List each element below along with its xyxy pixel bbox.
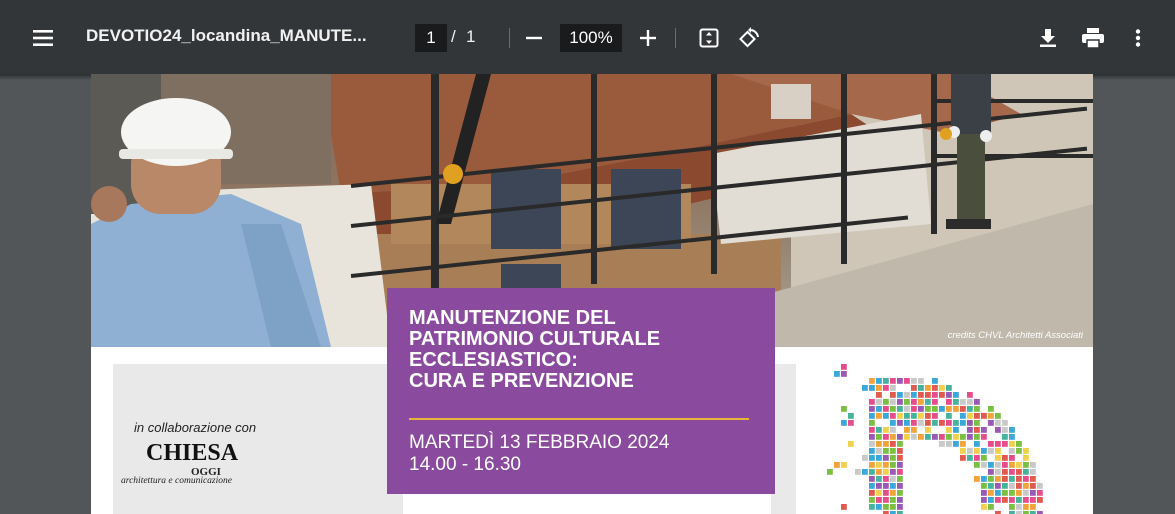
event-title: MANUTENZIONE DEL PATRIMONIO CULTURALE EC… xyxy=(409,308,759,392)
menu-button[interactable] xyxy=(30,26,56,50)
title-divider xyxy=(409,418,749,420)
toolbar-divider xyxy=(509,28,510,48)
page-separator: / xyxy=(451,27,456,46)
event-title-line: MANUTENZIONE DEL xyxy=(409,307,616,329)
event-time: 14.00 - 16.30 xyxy=(409,454,521,475)
print-icon xyxy=(1082,28,1104,48)
total-pages: 1 xyxy=(466,27,476,46)
toolbar-divider xyxy=(675,28,676,48)
pdf-page: credits CHVL Architetti Associati in col… xyxy=(91,74,1093,514)
event-title-line: CURA E PREVENZIONE xyxy=(409,370,634,392)
menu-icon xyxy=(33,30,53,46)
pdf-toolbar: DEVOTIO24_locandina_MANUTE... 1 / 1 100% xyxy=(0,0,1175,74)
devotio-mosaic-logo xyxy=(827,364,1043,514)
more-vert-icon xyxy=(1135,29,1141,47)
rotate-icon xyxy=(739,27,759,48)
chiesa-oggi-logo: CHIESA xyxy=(146,440,239,466)
zoom-level-input[interactable]: 100% xyxy=(560,24,622,52)
rotate-button[interactable] xyxy=(737,25,763,51)
zoom-out-button[interactable] xyxy=(522,26,546,50)
event-title-line: ECCLESIASTICO: xyxy=(409,349,578,371)
event-title-line: PATRIMONIO CULTURALE xyxy=(409,328,661,350)
document-title: DEVOTIO24_locandina_MANUTE... xyxy=(86,26,367,45)
fit-page-button[interactable] xyxy=(697,26,721,50)
download-icon xyxy=(1040,29,1056,47)
zoom-in-icon xyxy=(640,30,656,46)
photo-credits: credits CHVL Architetti Associati xyxy=(947,330,1083,341)
print-button[interactable] xyxy=(1080,26,1106,50)
partner-panel xyxy=(113,364,403,514)
event-datetime: MARTEDÌ 13 FEBBRAIO 2024 14.00 - 16.30 xyxy=(409,432,669,476)
collaboration-label: in collaborazione con xyxy=(134,420,257,435)
event-date: MARTEDÌ 13 FEBBRAIO 2024 xyxy=(409,432,670,453)
more-options-button[interactable] xyxy=(1126,26,1150,50)
download-button[interactable] xyxy=(1036,26,1060,50)
zoom-out-icon xyxy=(526,36,542,40)
zoom-in-button[interactable] xyxy=(636,26,660,50)
fit-page-icon xyxy=(699,28,719,48)
logo-tagline: architettura e comunicazione xyxy=(121,476,232,486)
event-title-panel: MANUTENZIONE DEL PATRIMONIO CULTURALE EC… xyxy=(387,288,775,494)
page-number-input[interactable]: 1 xyxy=(415,24,447,52)
